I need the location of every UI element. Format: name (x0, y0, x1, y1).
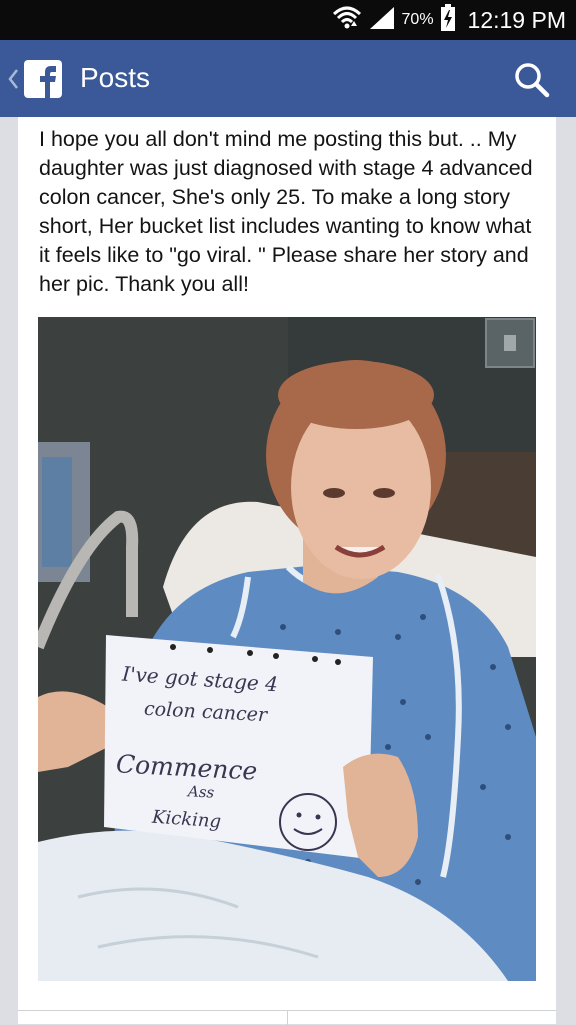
post-text: I hope you all don't mind me posting thi… (39, 127, 533, 296)
battery-charging-icon (440, 3, 456, 37)
battery-percent: 70% (401, 11, 434, 28)
cellular-signal-icon (368, 5, 396, 36)
sign-line-4: Ass (187, 782, 215, 802)
wifi-icon (332, 4, 362, 37)
page-title: Posts (80, 62, 151, 93)
facebook-logo-icon[interactable] (24, 60, 62, 98)
app-bar: Posts (0, 40, 576, 117)
status-bar: 70% 12:19 PM (0, 0, 576, 40)
post-photo[interactable]: I've got stage 4 colon cancer Commence A… (38, 317, 536, 981)
status-indicators: 70% 12:19 PM (332, 0, 566, 40)
chevron-left-icon[interactable] (6, 64, 20, 94)
search-icon[interactable] (512, 60, 552, 100)
post-action-bar (18, 1010, 556, 1025)
clock: 12:19 PM (467, 6, 566, 33)
post-card: I hope you all don't mind me posting thi… (18, 117, 556, 1025)
action-divider (287, 1011, 288, 1025)
